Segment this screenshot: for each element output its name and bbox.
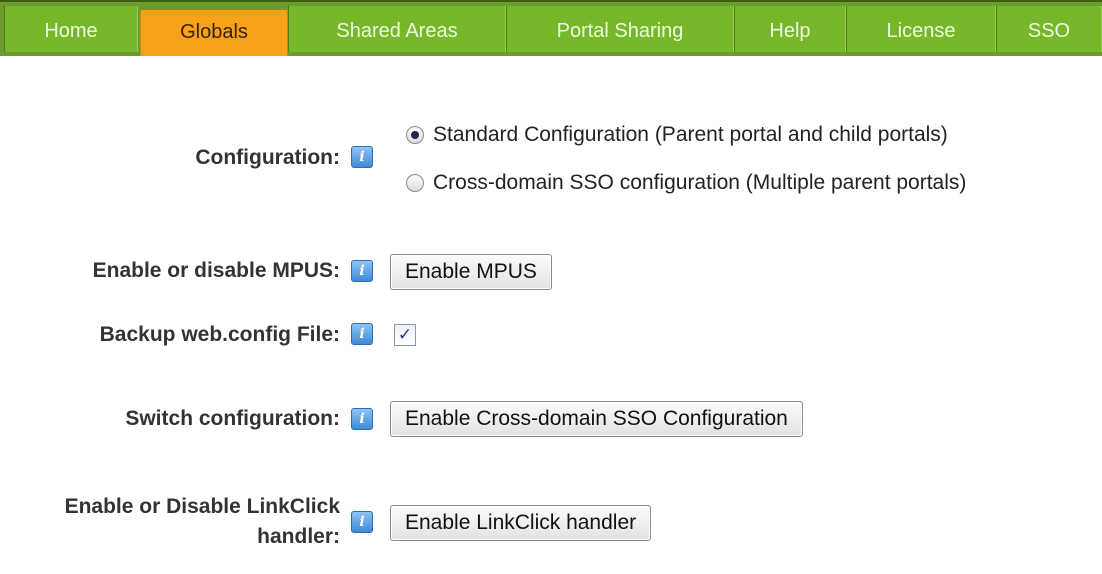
switch-configuration-label: Switch configuration:	[125, 407, 340, 430]
info-help-icon[interactable]: i	[351, 146, 373, 168]
tab-license[interactable]: License	[846, 6, 996, 52]
top-tab-bar: Home Globals Shared Areas Portal Sharing…	[0, 0, 1102, 56]
enable-linkclick-handler-button[interactable]: Enable LinkClick handler	[390, 505, 652, 541]
tab-sso[interactable]: SSO	[996, 6, 1102, 52]
linkclick-label: Enable or Disable LinkClick handler:	[10, 492, 340, 552]
standard-configuration-label[interactable]: Standard Configuration (Parent portal an…	[433, 121, 948, 149]
standard-configuration-radio[interactable]	[406, 126, 424, 144]
cross-domain-sso-label[interactable]: Cross-domain SSO configuration (Multiple…	[433, 169, 966, 197]
info-help-icon[interactable]: i	[351, 408, 373, 430]
enable-cross-domain-sso-button[interactable]: Enable Cross-domain SSO Configuration	[390, 401, 803, 437]
cross-domain-sso-radio[interactable]	[406, 174, 424, 192]
enable-mpus-button[interactable]: Enable MPUS	[390, 254, 552, 290]
linkclick-label-line1: Enable or Disable LinkClick	[64, 495, 340, 518]
info-help-icon[interactable]: i	[351, 260, 373, 282]
tab-portal-sharing[interactable]: Portal Sharing	[506, 6, 734, 52]
tab-home[interactable]: Home	[4, 6, 138, 52]
tab-shared-areas[interactable]: Shared Areas	[288, 6, 506, 52]
info-help-icon[interactable]: i	[351, 511, 373, 533]
configuration-label: Configuration:	[195, 146, 340, 169]
mpus-label: Enable or disable MPUS:	[92, 259, 340, 282]
tab-globals[interactable]: Globals	[140, 10, 288, 56]
backup-web-config-label: Backup web.config File:	[99, 323, 340, 346]
info-help-icon[interactable]: i	[351, 323, 373, 345]
tab-help[interactable]: Help	[734, 6, 846, 52]
linkclick-label-line2: handler:	[257, 525, 340, 548]
backup-web-config-checkbox[interactable]: ✓	[394, 324, 416, 346]
